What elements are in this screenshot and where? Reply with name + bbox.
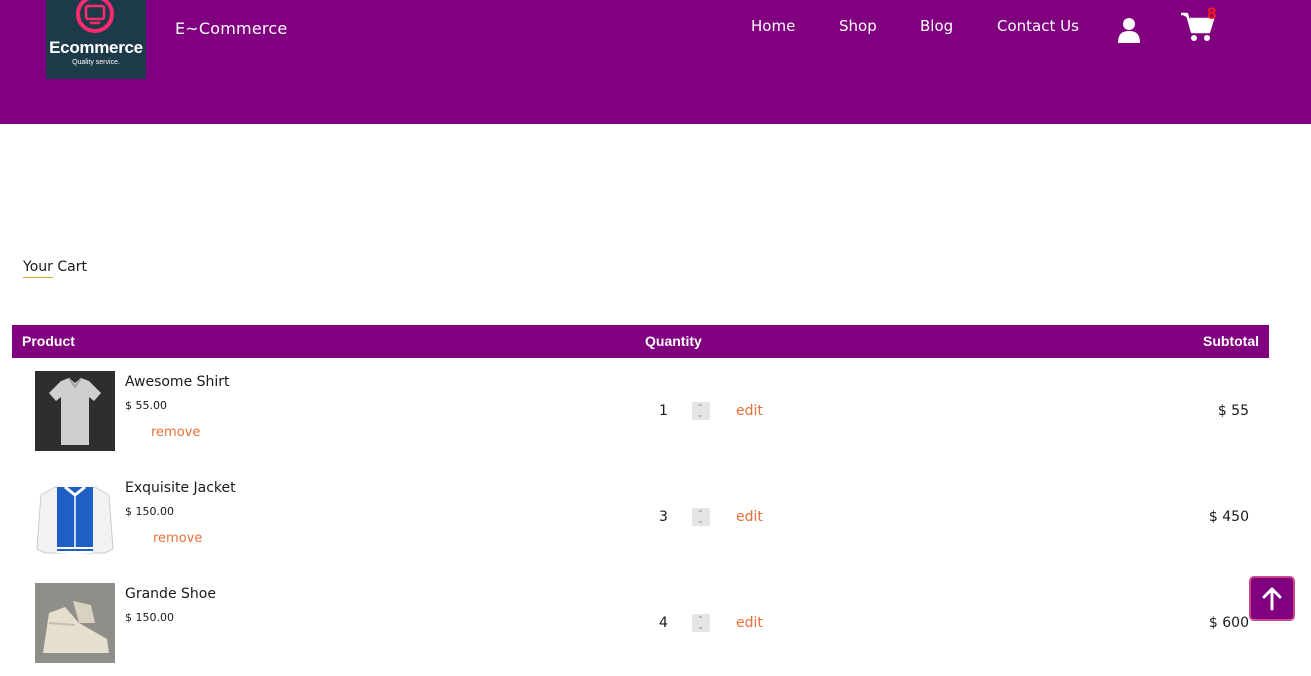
nav-shop[interactable]: Shop: [839, 17, 877, 35]
table-row: Awesome Shirt $ 55.00 remove 1 ⌃ ⌄ edit …: [12, 358, 1269, 464]
product-image-shoe[interactable]: [35, 583, 115, 663]
logo-mark-icon: [76, 0, 114, 33]
edit-link[interactable]: edit: [736, 509, 763, 525]
col-product: Product: [22, 333, 75, 349]
title-underline: [23, 277, 53, 278]
product-name[interactable]: Awesome Shirt: [125, 374, 230, 390]
remove-link[interactable]: remove: [153, 531, 202, 546]
col-quantity: Quantity: [645, 333, 702, 349]
table-row: Grande Shoe $ 150.00 4 ⌃ ⌄ edit $ 600: [12, 570, 1269, 676]
chevron-down-icon[interactable]: ⌄: [697, 411, 704, 419]
logo-tagline: Quality service.: [72, 59, 120, 66]
row-subtotal: $ 55: [1217, 403, 1249, 419]
chevron-down-icon[interactable]: ⌄: [697, 517, 704, 525]
cart-table-header: Product Quantity Subtotal: [12, 325, 1269, 358]
logo-word: Ecommerce: [49, 38, 143, 57]
product-image-shirt[interactable]: [35, 371, 115, 451]
table-row: Exquisite Jacket $ 150.00 remove 3 ⌃ ⌄ e…: [12, 464, 1269, 570]
edit-link[interactable]: edit: [736, 403, 763, 419]
quantity-value[interactable]: 1: [659, 403, 668, 419]
scroll-to-top-button[interactable]: [1249, 576, 1295, 621]
row-subtotal: $ 450: [1208, 509, 1249, 525]
nav-blog[interactable]: Blog: [920, 17, 953, 35]
edit-link[interactable]: edit: [736, 615, 763, 631]
product-price: $ 55.00: [125, 399, 167, 412]
quantity-value[interactable]: 4: [659, 615, 668, 631]
row-subtotal: $ 600: [1208, 615, 1249, 631]
logo[interactable]: Ecommerce Quality service.: [46, 0, 146, 79]
page-title: Your Cart: [23, 259, 87, 275]
brand-name[interactable]: E~Commerce: [175, 19, 287, 38]
remove-link[interactable]: remove: [151, 425, 200, 440]
quantity-stepper[interactable]: ⌃ ⌄: [692, 614, 710, 632]
chevron-down-icon[interactable]: ⌄: [697, 623, 704, 631]
product-name[interactable]: Grande Shoe: [125, 586, 216, 602]
nav-contact-us[interactable]: Contact Us: [997, 17, 1079, 35]
product-name[interactable]: Exquisite Jacket: [125, 480, 236, 496]
cart-count-badge: 8: [1207, 4, 1217, 23]
col-subtotal: Subtotal: [1203, 333, 1259, 349]
product-image-jacket[interactable]: [35, 477, 115, 557]
site-header: Ecommerce Quality service. E~Commerce Ho…: [0, 0, 1311, 124]
quantity-stepper[interactable]: ⌃ ⌄: [692, 508, 710, 526]
product-price: $ 150.00: [125, 611, 174, 624]
arrow-up-icon: [1262, 587, 1282, 611]
quantity-stepper[interactable]: ⌃ ⌄: [692, 402, 710, 420]
nav-home[interactable]: Home: [751, 17, 795, 35]
quantity-value[interactable]: 3: [659, 509, 668, 525]
product-price: $ 150.00: [125, 505, 174, 518]
user-icon[interactable]: [1117, 17, 1141, 43]
